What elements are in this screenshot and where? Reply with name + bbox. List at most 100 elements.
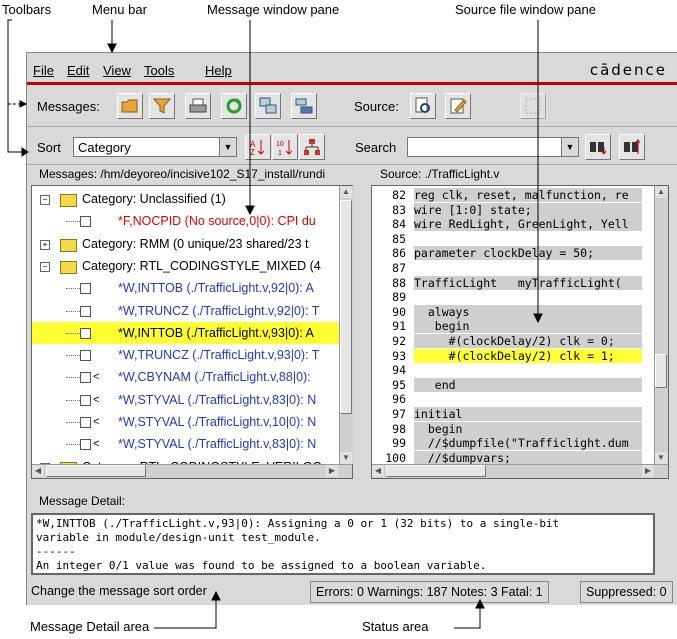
- source-vscroll-thumb[interactable]: [655, 354, 667, 388]
- category-row[interactable]: − Category: RTL_CODINGSTYLE_MIXED (4: [32, 255, 352, 277]
- sort-select[interactable]: Category ▼: [73, 137, 237, 157]
- category-row[interactable]: + Category: RMM (0 unique/23 shared/23 t: [32, 233, 352, 255]
- sort-numeric-button[interactable]: 10 1: [272, 134, 298, 160]
- source-line[interactable]: 85: [372, 232, 668, 246]
- source-line[interactable]: 89: [372, 290, 668, 304]
- source-vertical-scrollbar[interactable]: ▲ ▼: [654, 186, 668, 464]
- disabled-tool-button[interactable]: [520, 93, 546, 119]
- source-line[interactable]: 97 initial: [372, 407, 668, 421]
- menu-view[interactable]: View: [103, 63, 131, 78]
- folder-icon: [60, 238, 77, 252]
- scroll-left-arrow-icon[interactable]: ◀: [372, 465, 384, 477]
- scroll-up-arrow-icon[interactable]: ▲: [655, 186, 667, 198]
- messages-vscroll-thumb[interactable]: [340, 200, 352, 414]
- collapse-windows-button[interactable]: [291, 93, 317, 119]
- find-previous-button[interactable]: [619, 134, 645, 160]
- message-row[interactable]: *F,NOCPID (No source,0|0): CPI du: [32, 210, 352, 232]
- source-line[interactable]: 94: [372, 363, 668, 377]
- scroll-right-arrow-icon[interactable]: ▶: [326, 465, 338, 477]
- row-text: *W,INTTOB (./TrafficLight.v,93|0): A: [118, 325, 314, 340]
- collapse-icon[interactable]: −: [40, 195, 50, 205]
- annotation-source-pane: Source file window pane: [455, 2, 596, 17]
- message-item-icon: [80, 283, 91, 295]
- messages-label: Messages:: [37, 99, 100, 114]
- source-line[interactable]: 82 reg clk, reset, malfunction, re: [372, 188, 668, 202]
- source-line[interactable]: 88 TrafficLight myTrafficLight(: [372, 275, 668, 290]
- line-number: 89: [392, 290, 406, 305]
- svg-text:1: 1: [278, 150, 282, 156]
- message-row[interactable]: < *W,STYVAL (./TrafficLight.v,10|0): N: [32, 411, 352, 433]
- source-line[interactable]: 87: [372, 261, 668, 275]
- scroll-right-arrow-icon[interactable]: ▶: [642, 465, 654, 477]
- messages-horizontal-scrollbar[interactable]: ◀ ▶: [32, 464, 352, 478]
- line-code: wire [1:0] state;: [414, 202, 642, 217]
- source-line[interactable]: 93 #(clockDelay/2) clk = 1;: [372, 348, 668, 363]
- message-row[interactable]: *W,TRUNCZ (./TrafficLight.v,93|0): T: [32, 344, 352, 366]
- source-line[interactable]: 92 #(clockDelay/2) clk = 0;: [372, 334, 668, 348]
- messages-toolbar: Messages: Source:: [27, 87, 677, 127]
- message-item-icon: [80, 439, 91, 451]
- menu-tools[interactable]: Tools: [144, 63, 174, 78]
- find-next-button[interactable]: [585, 134, 611, 160]
- sort-ascending-button[interactable]: AZ: [245, 134, 271, 160]
- line-code: //$dumpfile("Trafficlight.dum: [414, 436, 642, 451]
- hierarchy-button[interactable]: [299, 134, 325, 160]
- messages-tree-pane[interactable]: − Category: Unclassified (1) *F,NOCPID (No…: [31, 185, 353, 479]
- annotation-detail-area: Message Detail area: [30, 619, 150, 634]
- menu-edit[interactable]: Edit: [67, 63, 89, 78]
- line-number: 90: [392, 304, 406, 319]
- source-line[interactable]: 83 wire [1:0] state;: [372, 202, 668, 217]
- source-code-pane[interactable]: 82 reg clk, reset, malfunction, re 83 wire …: [371, 185, 669, 479]
- expand-windows-button[interactable]: [255, 93, 281, 119]
- tree-connector: [66, 399, 80, 401]
- scroll-down-arrow-icon[interactable]: ▼: [655, 452, 667, 464]
- menu-file[interactable]: File: [33, 63, 54, 78]
- message-row[interactable]: < *W,CBYNAM (./TrafficLight.v,88|0):: [32, 366, 352, 388]
- message-row[interactable]: < *W,STYVAL (./TrafficLight.v,83|0): N: [32, 433, 352, 455]
- collapse-icon[interactable]: −: [40, 261, 50, 272]
- view-source-button[interactable]: [410, 93, 436, 119]
- open-folder-button[interactable]: [117, 93, 143, 119]
- message-row[interactable]: *W,INTTOB (./TrafficLight.v,92|0): A: [32, 277, 352, 299]
- expand-icon[interactable]: +: [40, 239, 50, 250]
- source-line[interactable]: 86 parameter clockDelay = 50;: [372, 246, 668, 261]
- message-row[interactable]: < *W,STYVAL (./TrafficLight.v,83|0): N: [32, 389, 352, 411]
- messages-hscroll-thumb[interactable]: [46, 465, 146, 477]
- edit-source-icon: [450, 98, 467, 114]
- source-line[interactable]: 91 begin: [372, 319, 668, 334]
- scroll-down-arrow-icon[interactable]: ▼: [340, 452, 352, 464]
- source-line[interactable]: 99 //$dumpfile("Trafficlight.dum: [372, 436, 668, 451]
- source-line[interactable]: 95 end: [372, 377, 668, 392]
- message-detail-text[interactable]: *W,INTTOB (./TrafficLight.v,93|0): Assig…: [31, 513, 655, 575]
- source-hscroll-thumb[interactable]: [386, 465, 486, 477]
- filter-button[interactable]: [149, 93, 175, 119]
- line-code: wire RedLight, GreenLight, Yell: [414, 217, 642, 232]
- line-code: begin: [414, 421, 642, 436]
- message-row[interactable]: *W,TRUNCZ (./TrafficLight.v,92|0): T: [32, 300, 352, 322]
- print-button[interactable]: [185, 93, 211, 119]
- messages-vertical-scrollbar[interactable]: ▲ ▼: [339, 186, 353, 464]
- source-line[interactable]: 96: [372, 392, 668, 406]
- source-horizontal-scrollbar[interactable]: ◀ ▶: [372, 464, 668, 478]
- view-source-icon: [415, 97, 430, 113]
- scroll-up-arrow-icon[interactable]: ▲: [340, 186, 352, 198]
- scroll-left-arrow-icon[interactable]: ◀: [32, 465, 44, 477]
- menu-help[interactable]: Help: [205, 63, 232, 78]
- message-item-icon: [80, 372, 91, 384]
- status-counts: Errors: 0 Warnings: 187 Notes: 3 Fatal: …: [310, 581, 549, 603]
- row-text: *F,NOCPID (No source,0|0): CPI du: [118, 214, 316, 229]
- source-line[interactable]: 100 //$dumpvars;: [372, 450, 668, 465]
- search-input[interactable]: ▼: [407, 137, 579, 157]
- edit-source-button[interactable]: [445, 93, 471, 119]
- message-row[interactable]: *W,INTTOB (./TrafficLight.v,93|0): A: [32, 321, 352, 344]
- shared-message-icon: <: [93, 438, 100, 451]
- line-code: end: [414, 377, 642, 392]
- filter-icon: [153, 98, 171, 114]
- line-code: TrafficLight myTrafficLight(: [414, 275, 642, 290]
- source-line[interactable]: 84 wire RedLight, GreenLight, Yell: [372, 217, 668, 232]
- refresh-button[interactable]: [221, 93, 247, 119]
- source-line[interactable]: 90 always: [372, 304, 668, 319]
- source-line[interactable]: 98 begin: [372, 421, 668, 436]
- category-row[interactable]: − Category: Unclassified (1): [32, 188, 352, 210]
- line-number: 87: [392, 261, 406, 275]
